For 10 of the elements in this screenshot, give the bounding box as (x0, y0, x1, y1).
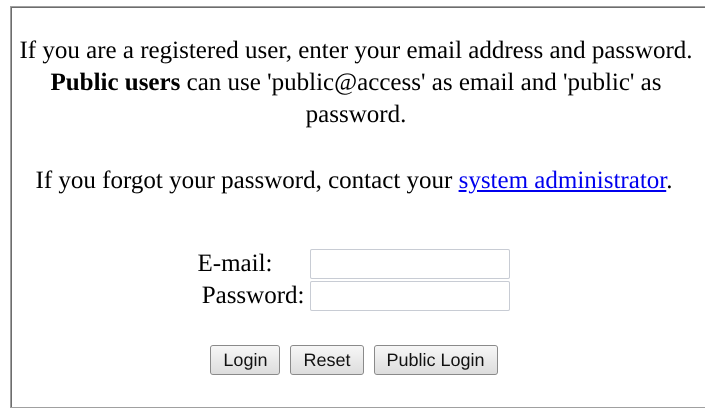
field-label: E-mail: (198, 249, 274, 279)
help-text: If you forgot your password, contact your system administrator. (34, 166, 674, 196)
email-field[interactable] (310, 249, 510, 279)
field-label: Password: (200, 281, 304, 311)
intro-text: If you are a registered user, enter your email address and password. Public users can use 'public@access' as email and 'public' as password. (18, 36, 694, 130)
admin-link[interactable]: system administrator (458, 167, 666, 194)
form-button[interactable]: Reset (290, 345, 364, 375)
form-button[interactable]: Public Login (374, 345, 498, 375)
form-button[interactable]: Login (210, 345, 280, 375)
password-field[interactable] (310, 281, 510, 311)
